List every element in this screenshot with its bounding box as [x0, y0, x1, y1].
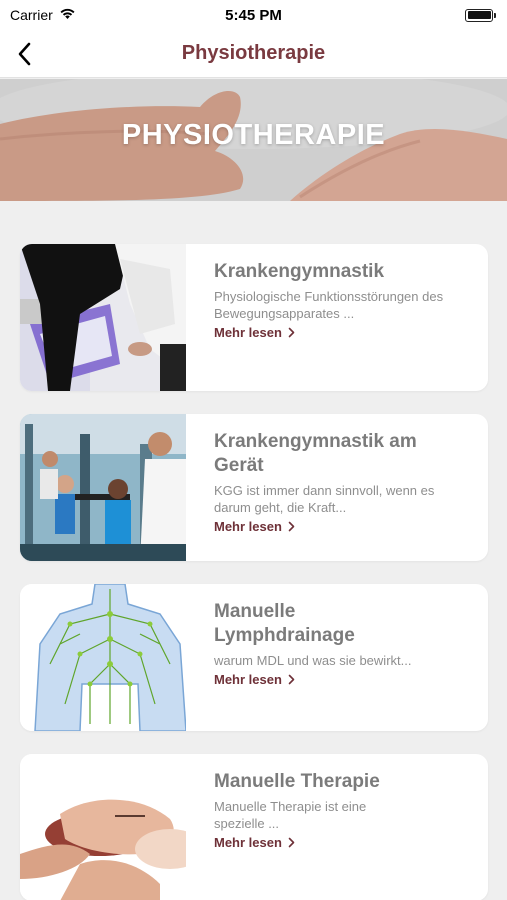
- hero-banner: PHYSIOTHERAPIE: [0, 79, 507, 201]
- chevron-right-icon: [288, 521, 295, 532]
- card-image: [20, 754, 186, 900]
- card-text: Manuelle Therapie Manuelle Therapie ist …: [214, 770, 470, 852]
- card-text: Krankengymnastik am Gerät KGG ist immer …: [214, 430, 470, 536]
- back-button[interactable]: [8, 38, 40, 70]
- status-bar: Carrier 5:45 PM: [0, 0, 507, 30]
- card-description: warum MDL und was sie bewirkt...: [214, 653, 412, 668]
- hero-title: PHYSIOTHERAPIE: [121, 119, 386, 151]
- chevron-left-icon: [18, 42, 31, 66]
- card-image: [20, 414, 186, 561]
- card-image: [20, 584, 186, 731]
- card-title: Manuelle Lymphdrainage: [214, 601, 355, 646]
- content-list: Krankengymnastik Physiologische Funktion…: [0, 201, 507, 900]
- chevron-right-icon: [288, 674, 295, 685]
- read-more-label: Mehr lesen: [214, 519, 282, 534]
- read-more-label: Mehr lesen: [214, 835, 282, 850]
- card-krankengymnastik[interactable]: Krankengymnastik Physiologische Funktion…: [20, 244, 488, 391]
- page-title: Physiotherapie: [181, 42, 326, 64]
- card-text: Manuelle Lymphdrainage warum MDL und was…: [214, 600, 470, 689]
- card-krankengymnastik-am-geraet[interactable]: Krankengymnastik am Gerät KGG ist immer …: [20, 414, 488, 561]
- read-more-label: Mehr lesen: [214, 672, 282, 687]
- navigation-bar: Physiotherapie: [0, 30, 507, 78]
- read-more-link[interactable]: Mehr lesen: [214, 519, 295, 534]
- card-manuelle-lymphdrainage[interactable]: Manuelle Lymphdrainage warum MDL und was…: [20, 584, 488, 731]
- carrier-label: Carrier: [10, 7, 53, 23]
- card-title: Krankengymnastik: [214, 261, 385, 282]
- card-description: KGG ist immer dann sinnvoll, wenn es dar…: [214, 483, 435, 515]
- card-description: Manuelle Therapie ist eine spezielle ...: [214, 799, 367, 831]
- read-more-label: Mehr lesen: [214, 325, 282, 340]
- battery-icon: [465, 8, 496, 22]
- read-more-link[interactable]: Mehr lesen: [214, 835, 295, 850]
- read-more-link[interactable]: Mehr lesen: [214, 672, 295, 687]
- card-manuelle-therapie[interactable]: Manuelle Therapie Manuelle Therapie ist …: [20, 754, 488, 900]
- status-time: 5:45 PM: [225, 6, 282, 24]
- read-more-link[interactable]: Mehr lesen: [214, 325, 295, 340]
- status-left: Carrier: [10, 7, 76, 23]
- wifi-icon: [59, 7, 76, 23]
- chevron-right-icon: [288, 837, 295, 848]
- card-image: [20, 244, 186, 391]
- card-description: Physiologische Funktionsstörungen des Be…: [214, 289, 444, 321]
- card-title: Krankengymnastik am Gerät: [214, 431, 417, 476]
- card-text: Krankengymnastik Physiologische Funktion…: [214, 260, 470, 342]
- chevron-right-icon: [288, 327, 295, 338]
- card-title: Manuelle Therapie: [214, 771, 380, 792]
